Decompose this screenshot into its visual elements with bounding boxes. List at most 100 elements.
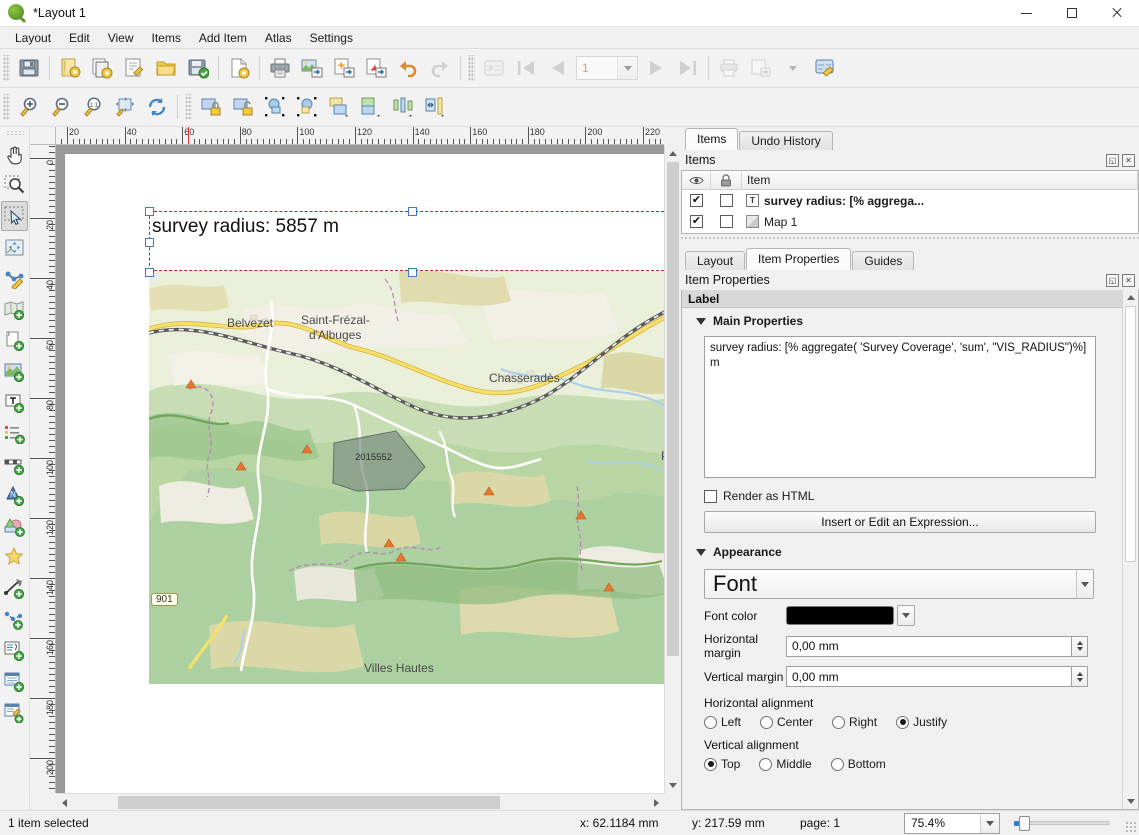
pan-layout-icon[interactable]	[1, 139, 28, 169]
tab-layout[interactable]: Layout	[685, 251, 746, 270]
minimize-button[interactable]	[1004, 0, 1049, 27]
menu-settings[interactable]: Settings	[301, 29, 362, 47]
panel-splitter[interactable]	[681, 234, 1139, 242]
select-all-icon[interactable]	[260, 92, 290, 122]
tab-items[interactable]: Items	[685, 128, 739, 150]
add-arrow-icon[interactable]	[1, 573, 28, 603]
items-panel-close-button[interactable]: ✕	[1122, 153, 1135, 167]
items-panel-float-button[interactable]: ◱	[1106, 153, 1119, 167]
radio-valign-top[interactable]	[704, 757, 717, 771]
atlas-previous-feature-icon[interactable]	[543, 53, 573, 83]
select-move-item-icon[interactable]	[1, 201, 28, 231]
maximize-button[interactable]	[1049, 0, 1094, 27]
radio-align-left[interactable]	[704, 715, 717, 729]
row-lock-checkbox[interactable]	[711, 190, 742, 211]
menu-layout[interactable]: Layout	[6, 29, 60, 47]
add-map-icon[interactable]	[1, 294, 28, 324]
lock-items-icon[interactable]	[196, 92, 226, 122]
print-icon[interactable]	[265, 53, 295, 83]
toolbar-grip[interactable]	[3, 55, 10, 81]
horizontal-ruler[interactable]: 20406080100120140160180200220	[56, 127, 664, 145]
add-html-icon[interactable]	[1, 635, 28, 665]
unlock-items-icon[interactable]	[228, 92, 258, 122]
horizontal-margin-stepper[interactable]	[1071, 635, 1088, 657]
layout-page[interactable]: Belvezet Saint-Frézal- d'Albuges Chasser…	[65, 154, 664, 793]
atlas-feature-spinbox[interactable]: 1	[576, 56, 638, 80]
duplicate-layout-icon[interactable]	[87, 53, 117, 83]
new-layout-icon[interactable]	[55, 53, 85, 83]
deselect-all-icon[interactable]	[292, 92, 322, 122]
add-picture-icon[interactable]	[1, 325, 28, 355]
save-project-icon[interactable]	[14, 53, 44, 83]
tab-undo-history[interactable]: Undo History	[739, 131, 833, 150]
add-legend-icon[interactable]	[1, 418, 28, 448]
row-lock-checkbox[interactable]	[711, 211, 742, 232]
canvas-vertical-scroll-thumb[interactable]	[667, 162, 679, 656]
atlas-export-dropdown-icon[interactable]	[778, 53, 808, 83]
atlas-print-icon[interactable]	[714, 53, 744, 83]
radio-align-right[interactable]	[832, 715, 846, 729]
font-button[interactable]: Font	[704, 569, 1094, 599]
atlas-first-feature-icon[interactable]	[511, 53, 541, 83]
resize-handle-top-left[interactable]	[145, 207, 154, 216]
properties-scroll-thumb[interactable]	[1125, 306, 1136, 562]
export-pdf-icon[interactable]	[361, 53, 391, 83]
appearance-section-toggle[interactable]: Appearance	[682, 533, 1138, 563]
resize-handle-top-center[interactable]	[408, 207, 417, 216]
atlas-preview-icon[interactable]	[810, 53, 840, 83]
add-label-icon[interactable]	[1, 387, 28, 417]
radio-valign-middle[interactable]	[759, 757, 773, 771]
tab-guides[interactable]: Guides	[852, 251, 915, 270]
zoom-level-combobox[interactable]: 75.4%	[904, 812, 1000, 834]
canvas-horizontal-scroll-thumb[interactable]	[118, 796, 500, 809]
canvas-horizontal-scrollbar[interactable]	[56, 793, 664, 811]
undo-icon[interactable]	[393, 53, 423, 83]
row-item-label-cell[interactable]: Map 1	[742, 211, 1138, 232]
vertical-margin-input[interactable]: 0,00 mm	[786, 666, 1071, 687]
vertical-ruler[interactable]: 0 20 40 60 80 100 120 140 160 180 200	[30, 145, 56, 793]
atlas-feature-dropdown[interactable]	[617, 57, 637, 79]
zoom-slider[interactable]	[1014, 815, 1110, 831]
insert-edit-expression-button[interactable]: Insert or Edit an Expression...	[704, 511, 1096, 533]
refresh-icon[interactable]	[142, 92, 172, 122]
resize-handle-bottom-left[interactable]	[145, 268, 154, 277]
properties-scroll-down-button[interactable]	[1123, 794, 1138, 809]
align-items-icon[interactable]	[388, 92, 418, 122]
radio-align-justify[interactable]	[896, 715, 910, 729]
tab-item-properties[interactable]: Item Properties	[746, 248, 852, 270]
export-svg-icon[interactable]	[329, 53, 359, 83]
menu-view[interactable]: View	[99, 29, 143, 47]
vertical-margin-stepper[interactable]	[1071, 666, 1088, 687]
items-toolbar-grip[interactable]	[185, 94, 192, 120]
table-row[interactable]: ✔ Map 1	[682, 211, 1138, 232]
zoom-full-icon[interactable]	[110, 92, 140, 122]
redo-icon[interactable]	[425, 53, 455, 83]
lower-items-icon[interactable]	[356, 92, 386, 122]
menu-items[interactable]: Items	[143, 29, 190, 47]
zoom-actual-icon[interactable]: 1:1	[78, 92, 108, 122]
add-items-from-template-icon[interactable]	[224, 53, 254, 83]
save-as-template-icon[interactable]	[183, 53, 213, 83]
font-color-dropdown-icon[interactable]	[897, 605, 915, 626]
layout-canvas[interactable]: Belvezet Saint-Frézal- d'Albuges Chasser…	[56, 145, 664, 793]
layout-manager-icon[interactable]	[119, 53, 149, 83]
zoom-slider-handle[interactable]	[1019, 815, 1030, 831]
add-node-item-icon[interactable]	[1, 604, 28, 634]
canvas-scroll-left-button[interactable]	[56, 794, 72, 811]
font-dropdown-arrow-icon[interactable]	[1076, 570, 1093, 598]
row-item-label-cell[interactable]: T survey radius: [% aggrega...	[742, 190, 1138, 211]
radio-align-center[interactable]	[760, 715, 774, 729]
raise-items-icon[interactable]	[324, 92, 354, 122]
add-marker-icon[interactable]	[1, 542, 28, 572]
horizontal-margin-input[interactable]: 0,00 mm	[786, 635, 1071, 657]
label-item-survey-radius[interactable]: survey radius: 5857 m	[145, 207, 664, 277]
export-image-icon[interactable]	[297, 53, 327, 83]
map-item-map1[interactable]: Belvezet Saint-Frézal- d'Albuges Chasser…	[149, 271, 664, 684]
add-north-arrow-icon[interactable]: N	[1, 480, 28, 510]
close-button[interactable]	[1094, 0, 1139, 27]
atlas-settings-icon[interactable]	[479, 53, 509, 83]
canvas-scroll-right-button[interactable]	[648, 794, 664, 811]
distribute-items-icon[interactable]	[420, 92, 450, 122]
move-item-content-icon[interactable]	[1, 232, 28, 262]
render-as-html-checkbox[interactable]	[704, 489, 717, 503]
